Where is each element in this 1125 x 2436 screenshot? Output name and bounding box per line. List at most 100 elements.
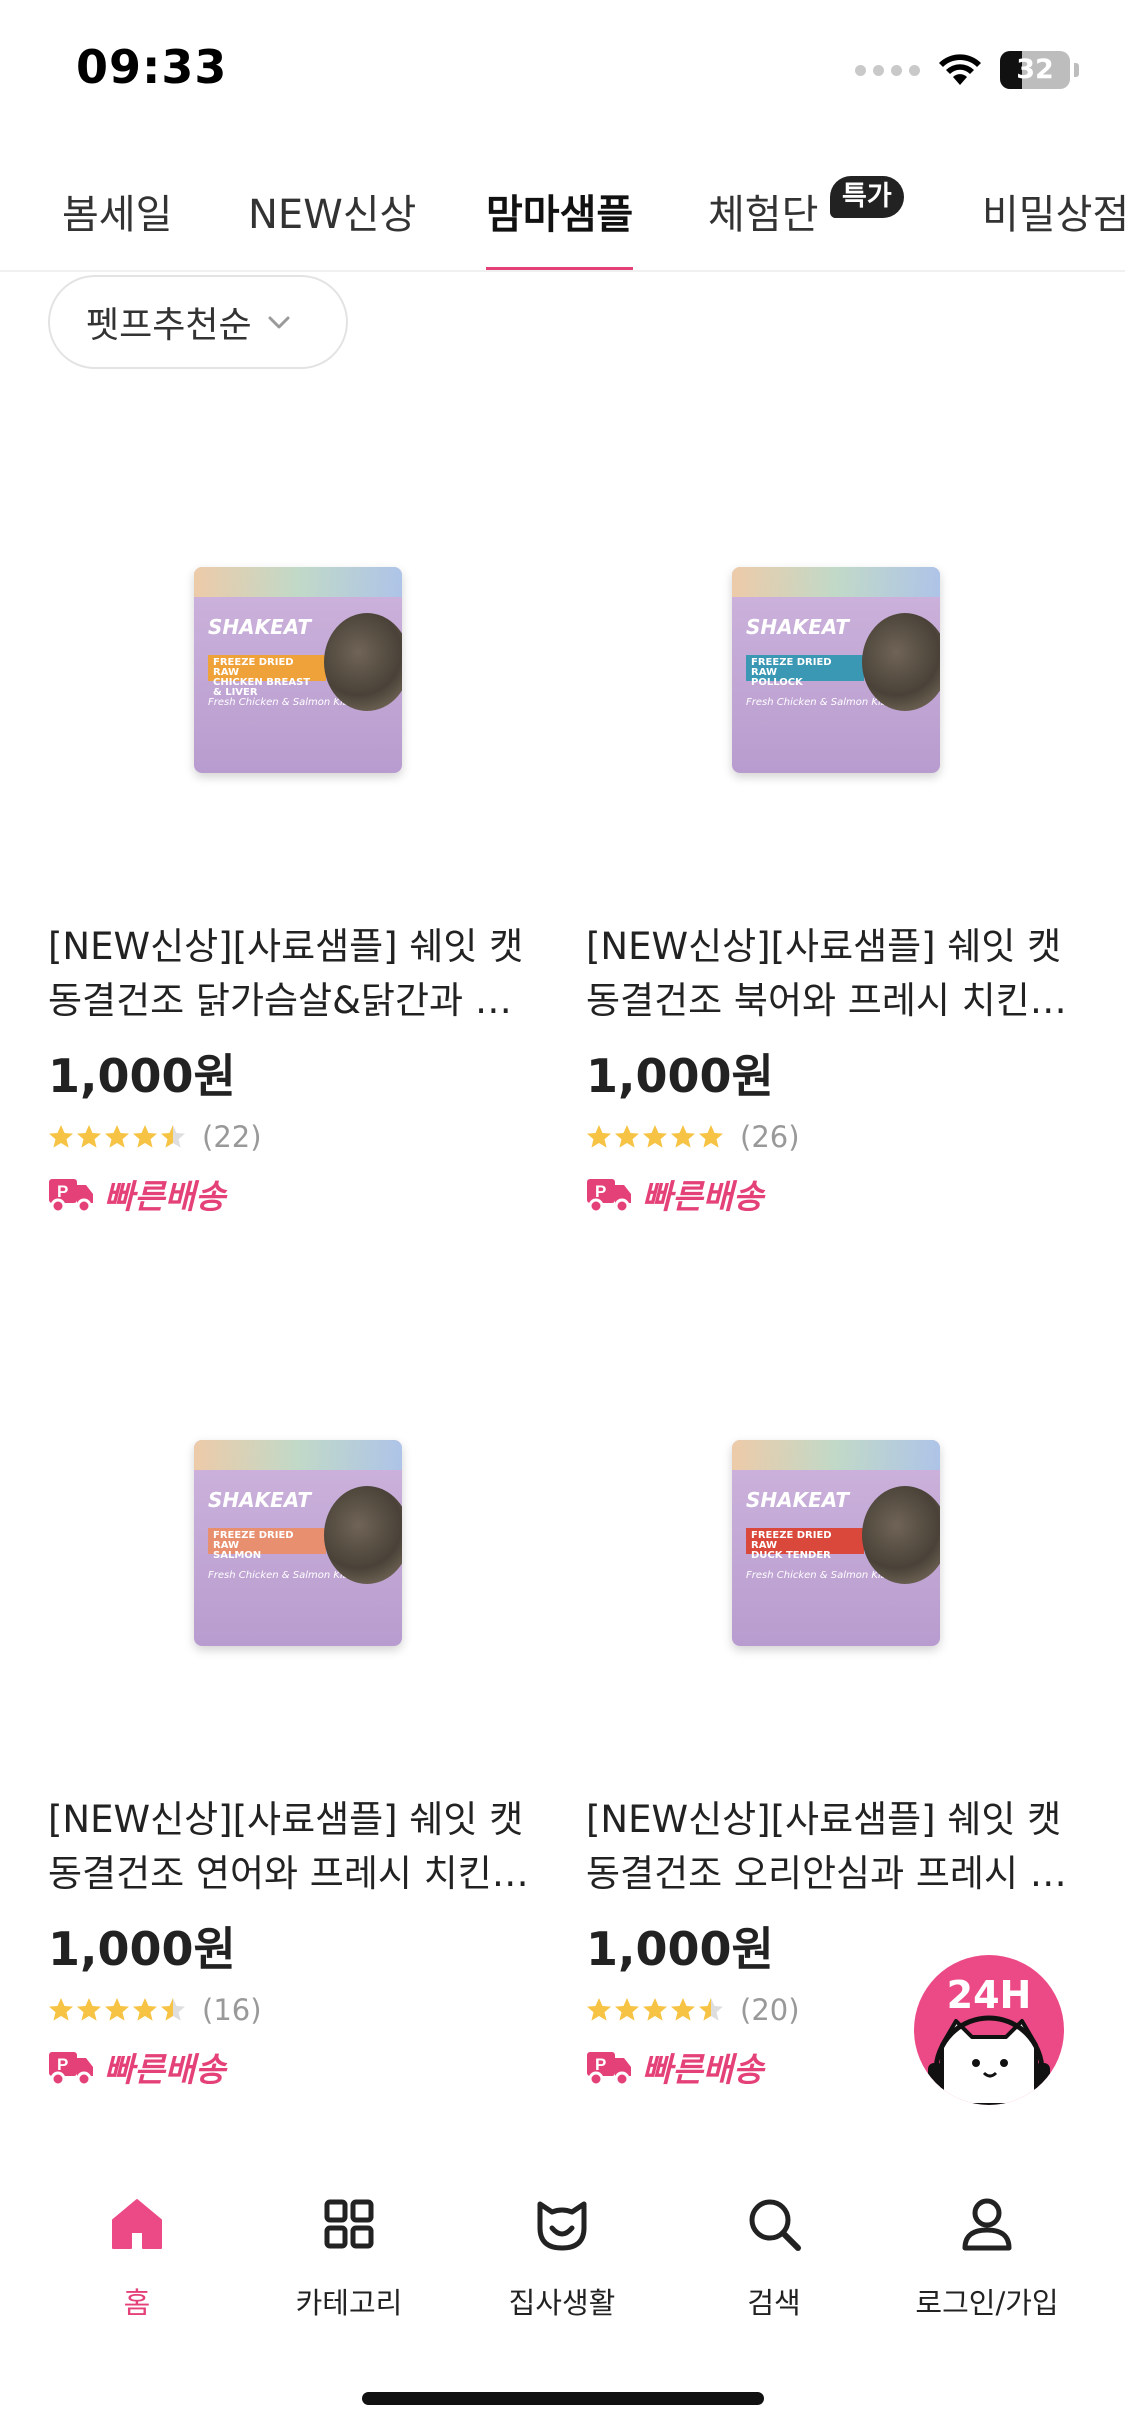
product-title-line1: [NEW신상][사료샘플] 쉐잇 캣 [586,925,1062,968]
package-brand: SHAKEAT [746,615,849,639]
star-icon [671,1125,695,1148]
product-title[interactable]: [NEW신상][사료샘플] 쉐잇 캣 동결건조 북어와 프레시 치킨&연어 [586,920,1081,1028]
product-card[interactable]: SHAKEAT FREEZE DRIED RAW SALMON Fresh Ch… [48,1293,548,2163]
product-card[interactable]: SHAKEAT FREEZE DRIED RAW POLLOCK Fresh C… [586,420,1086,1290]
review-count: (22) [202,1120,262,1154]
sort-label: 펫프추천순 [86,305,252,346]
product-title-line1: [NEW신상][사료샘플] 쉐잇 캣 [48,925,524,968]
svg-text:P: P [57,1182,68,1201]
tab-label: 체험단 [708,192,819,238]
status-bar: 09:33 32 [0,0,1125,140]
package-header-stripe [732,1440,940,1470]
package-header-stripe [194,567,402,597]
battery-icon: 32 [1000,51,1070,89]
home-icon [112,2199,162,2249]
kibble-image [862,1486,940,1584]
customer-support-chat-button[interactable]: 24H [914,1955,1064,2105]
package-strip-line2: POLLOCK [751,677,803,688]
status-time: 09:33 [76,40,228,94]
star-icon [49,1998,73,2021]
product-image[interactable]: SHAKEAT FREEZE DRIED RAW CHICKEN BREAST … [48,420,548,920]
svg-text:P: P [57,2055,68,2074]
star-icon [77,1998,101,2021]
product-image[interactable]: SHAKEAT FREEZE DRIED RAW SALMON Fresh Ch… [48,1293,548,1793]
star-icon [587,1998,611,2021]
review-count: (26) [740,1120,800,1154]
product-title[interactable]: [NEW신상][사료샘플] 쉐잇 캣 동결건조 연어와 프레시 치킨&연어 [48,1793,543,1901]
package-strip-line2: CHICKEN BREAST & LIVER [213,677,311,698]
star-icon [161,1998,185,2021]
product-package-image: SHAKEAT FREEZE DRIED RAW DUCK TENDER Fre… [732,1440,940,1646]
package-brand: SHAKEAT [208,615,311,639]
fast-delivery-badge: P 빠른배송 [586,1170,763,1218]
nav-home[interactable]: 홈 [31,2194,243,2322]
product-title-line2: 동결건조 오리안심과 프레시 치킨 [586,1852,1081,1895]
product-image[interactable]: SHAKEAT FREEZE DRIED RAW POLLOCK Fresh C… [586,420,1086,920]
review-count: (16) [202,1993,262,2027]
product-image[interactable]: SHAKEAT FREEZE DRIED RAW DUCK TENDER Fre… [586,1293,1086,1793]
grid-icon [324,2199,374,2249]
star-icon [133,1998,157,2021]
rating-row: (26) [586,1120,800,1154]
package-brand: SHAKEAT [208,1488,311,1512]
product-title-line1: [NEW신상][사료샘플] 쉐잇 캣 [48,1798,524,1841]
star-rating [586,1997,724,2023]
package-strip-line2: DUCK TENDER [751,1550,831,1561]
product-card[interactable]: SHAKEAT FREEZE DRIED RAW CHICKEN BREAST … [48,420,548,1290]
delivery-label: 빠른배송 [104,2050,226,2089]
status-indicators: 32 [855,48,1079,92]
tab-spring-sale[interactable]: 봄세일 [62,160,172,270]
tab-label: 맘마샘플 [486,192,634,238]
tab-mamma-sample[interactable]: 맘마샘플 [486,160,634,270]
rating-row: (22) [48,1120,262,1154]
package-strip-line1: FREEZE DRIED RAW [751,657,832,678]
nav-category[interactable]: 카테고리 [243,2194,455,2322]
nav-login[interactable]: 로그인/가입 [881,2194,1093,2322]
star-icon [671,1998,695,2021]
battery-level: 32 [1016,54,1054,85]
star-icon [615,1125,639,1148]
package-header-stripe [194,1440,402,1470]
tab-secret-shop[interactable]: 비밀상점 [982,160,1125,270]
special-price-badge: 특가 [830,176,904,218]
fast-delivery-badge: P 빠른배송 [48,2043,225,2091]
product-price: 1,000원 [48,1049,236,1103]
package-strip-line1: FREEZE DRIED RAW [213,657,294,678]
wifi-icon [939,54,981,85]
package-strip-line1: FREEZE DRIED RAW [751,1530,832,1551]
delivery-label: 빠른배송 [642,2050,764,2089]
category-tabs: 봄세일 NEW신상 맘마샘플 체험단 특가 비밀상점 [0,160,1125,272]
search-icon [749,2199,801,2251]
star-icon [643,1998,667,2021]
product-title[interactable]: [NEW신상][사료샘플] 쉐잇 캣 동결건조 오리안심과 프레시 치킨 [586,1793,1081,1901]
tab-experience-group[interactable]: 체험단 [708,160,819,270]
fast-delivery-badge: P 빠른배송 [586,2043,763,2091]
sort-dropdown[interactable]: 펫프추천순 [48,275,348,369]
tab-label: NEW신상 [248,192,417,238]
delivery-truck-icon: P [49,2052,93,2086]
package-header-stripe [732,567,940,597]
nav-label: 로그인/가입 [915,2286,1059,2320]
product-title[interactable]: [NEW신상][사료샘플] 쉐잇 캣 동결건조 닭가슴살&닭간과 프레시 치킨 [48,920,543,1028]
star-icon [699,1998,723,2021]
star-icon [105,1125,129,1148]
star-icon [699,1125,723,1148]
tab-new-arrivals[interactable]: NEW신상 [248,160,417,270]
review-count: (20) [740,1993,800,2027]
product-price: 1,000원 [48,1922,236,1976]
active-tab-indicator [486,267,634,270]
package-flavor-strip: FREEZE DRIED RAW CHICKEN BREAST & LIVER [208,655,326,698]
product-title-line2: 동결건조 연어와 프레시 치킨&연어 [48,1852,543,1895]
kibble-image [324,1486,402,1584]
nav-label: 카테고리 [295,2286,403,2320]
nav-search[interactable]: 검색 [668,2194,880,2322]
star-rating [48,1997,186,2023]
nav-label: 집사생활 [508,2286,616,2320]
kibble-image [324,613,402,711]
nav-pet-life[interactable]: 집사생활 [456,2194,668,2322]
delivery-label: 빠른배송 [642,1177,764,1216]
delivery-truck-icon: P [49,1179,93,1213]
user-icon [962,2198,1012,2251]
home-indicator [362,2392,764,2405]
star-icon [49,1125,73,1148]
